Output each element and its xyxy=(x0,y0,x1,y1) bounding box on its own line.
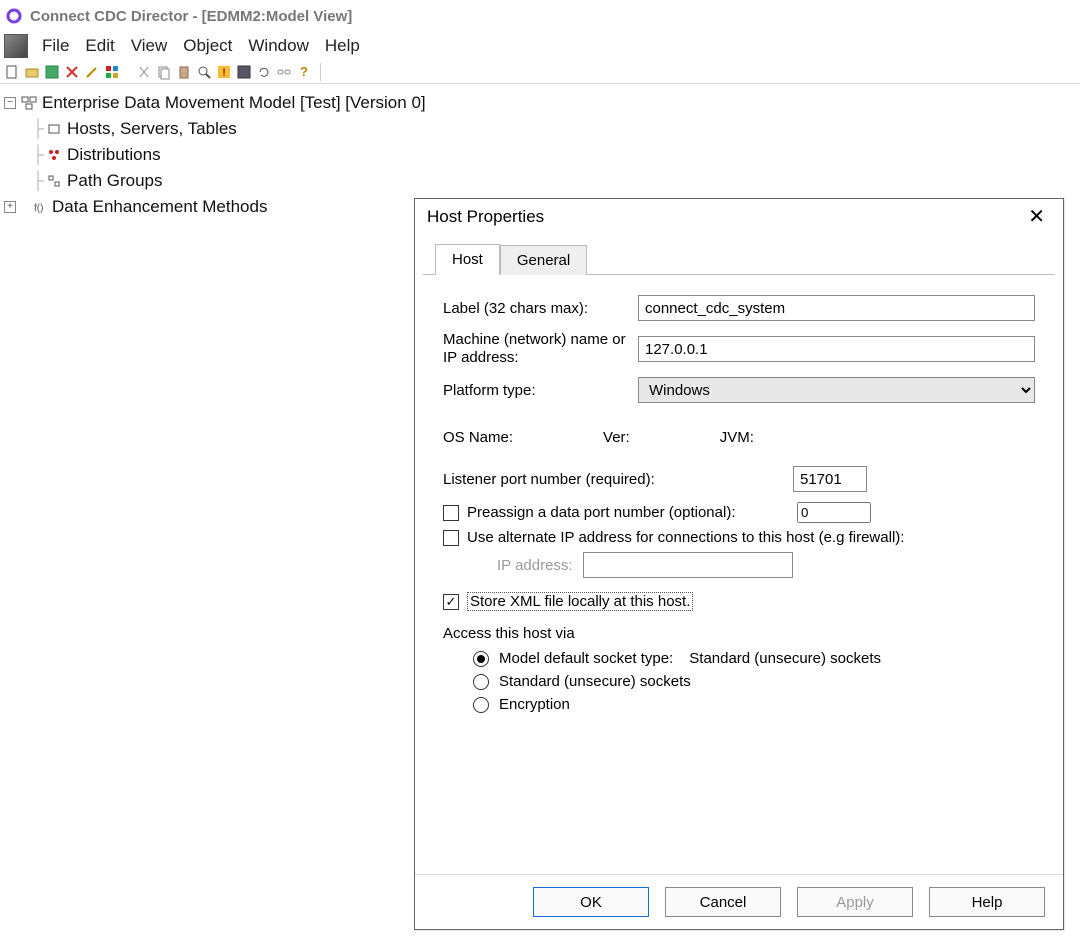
toolbar-disk-icon[interactable] xyxy=(236,64,252,80)
label-label: Label (32 chars max): xyxy=(443,300,638,317)
storexml-checkbox[interactable]: ✓ xyxy=(443,594,459,610)
menu-help[interactable]: Help xyxy=(317,34,368,58)
label-machine: Machine (network) name or IP address: xyxy=(443,331,638,367)
tree-item-label: Path Groups xyxy=(67,171,162,191)
toolbar-link-icon[interactable] xyxy=(276,64,292,80)
menu-object[interactable]: Object xyxy=(175,34,240,58)
label-radio-default-prefix: Model default socket type: xyxy=(499,650,673,667)
toolbar-paste-icon[interactable] xyxy=(176,64,192,80)
altip-checkbox[interactable] xyxy=(443,530,459,546)
model-icon xyxy=(20,96,38,110)
menu-view[interactable]: View xyxy=(123,34,176,58)
dialog-tabs: Host General xyxy=(423,241,1055,275)
app-logo-icon xyxy=(6,8,22,24)
host-properties-dialog: Host Properties ✕ Host General Label (32… xyxy=(414,198,1064,930)
toolbar-grid-icon[interactable] xyxy=(104,64,120,80)
label-listener: Listener port number (required): xyxy=(443,471,793,488)
ok-button[interactable]: OK xyxy=(533,887,649,917)
listener-port-input[interactable] xyxy=(793,466,867,492)
label-storexml: Store XML file locally at this host. xyxy=(467,592,693,611)
toolbar: ! ? xyxy=(0,60,1080,84)
preassign-checkbox[interactable] xyxy=(443,505,459,521)
svg-text:f(): f() xyxy=(34,203,43,214)
label-jvm: JVM: xyxy=(720,429,754,446)
svg-text:?: ? xyxy=(300,64,308,79)
window-title: Connect CDC Director - [EDMM2:Model View… xyxy=(30,8,352,25)
platform-select[interactable]: Windows xyxy=(638,377,1035,403)
toolbar-warn-icon[interactable]: ! xyxy=(216,64,232,80)
dialog-title: Host Properties xyxy=(427,207,544,227)
tree-item-hosts[interactable]: ├ Hosts, Servers, Tables xyxy=(4,116,1076,142)
tree-item-pathgroups[interactable]: ├ Path Groups xyxy=(4,168,1076,194)
label-accessvia: Access this host via xyxy=(443,625,1035,642)
app-icon xyxy=(4,34,28,58)
ipaddr-input[interactable] xyxy=(583,552,793,578)
apply-button[interactable]: Apply xyxy=(797,887,913,917)
tab-host[interactable]: Host xyxy=(435,244,500,275)
label-altip: Use alternate IP address for connections… xyxy=(467,529,904,546)
tree-root-label: Enterprise Data Movement Model [Test] [V… xyxy=(42,93,426,113)
toolbar-wand-icon[interactable] xyxy=(84,64,100,80)
collapse-icon[interactable]: − xyxy=(4,97,16,109)
toolbar-open-icon[interactable] xyxy=(24,64,40,80)
toolbar-search-icon[interactable] xyxy=(196,64,212,80)
label-radio-enc: Encryption xyxy=(499,696,570,713)
tree-item-label: Data Enhancement Methods xyxy=(52,197,267,217)
close-icon[interactable]: ✕ xyxy=(1022,207,1051,227)
function-icon: f() xyxy=(30,200,48,214)
radio-standard[interactable] xyxy=(473,674,489,690)
help-button[interactable]: Help xyxy=(929,887,1045,917)
menu-file[interactable]: File xyxy=(34,34,77,58)
radio-encryption[interactable] xyxy=(473,697,489,713)
svg-text:!: ! xyxy=(222,67,225,79)
label-ver: Ver: xyxy=(603,429,630,446)
label-ipaddr: IP address: xyxy=(497,557,573,574)
label-radio-default-value: Standard (unsecure) sockets xyxy=(689,650,881,667)
data-port-input[interactable] xyxy=(797,502,871,523)
tree-item-label: Distributions xyxy=(67,145,161,165)
toolbar-cut-icon[interactable] xyxy=(136,64,152,80)
machine-input[interactable] xyxy=(638,336,1035,362)
toolbar-help-icon[interactable]: ? xyxy=(296,64,312,80)
tree-item-distributions[interactable]: ├ Distributions xyxy=(4,142,1076,168)
cancel-button[interactable]: Cancel xyxy=(665,887,781,917)
label-radio-std: Standard (unsecure) sockets xyxy=(499,673,691,690)
distribution-icon xyxy=(45,148,63,162)
toolbar-delete-icon[interactable] xyxy=(64,64,80,80)
menu-edit[interactable]: Edit xyxy=(77,34,122,58)
label-preassign: Preassign a data port number (optional): xyxy=(467,504,789,521)
toolbar-save-icon[interactable] xyxy=(44,64,60,80)
radio-model-default[interactable] xyxy=(473,651,489,667)
toolbar-new-icon[interactable] xyxy=(4,64,20,80)
tree-root[interactable]: − Enterprise Data Movement Model [Test] … xyxy=(4,90,1076,116)
label-input[interactable] xyxy=(638,295,1035,321)
menubar: File Edit View Object Window Help xyxy=(0,32,1080,60)
label-osname: OS Name: xyxy=(443,429,513,446)
tree-item-label: Hosts, Servers, Tables xyxy=(67,119,237,139)
window-titlebar: Connect CDC Director - [EDMM2:Model View… xyxy=(0,0,1080,32)
label-platform: Platform type: xyxy=(443,382,638,399)
server-icon xyxy=(45,122,63,136)
tab-general[interactable]: General xyxy=(500,245,587,275)
toolbar-copy-icon[interactable] xyxy=(156,64,172,80)
expand-icon[interactable]: + xyxy=(4,201,16,213)
menu-window[interactable]: Window xyxy=(240,34,316,58)
toolbar-refresh-icon[interactable] xyxy=(256,64,272,80)
path-icon xyxy=(45,174,63,188)
